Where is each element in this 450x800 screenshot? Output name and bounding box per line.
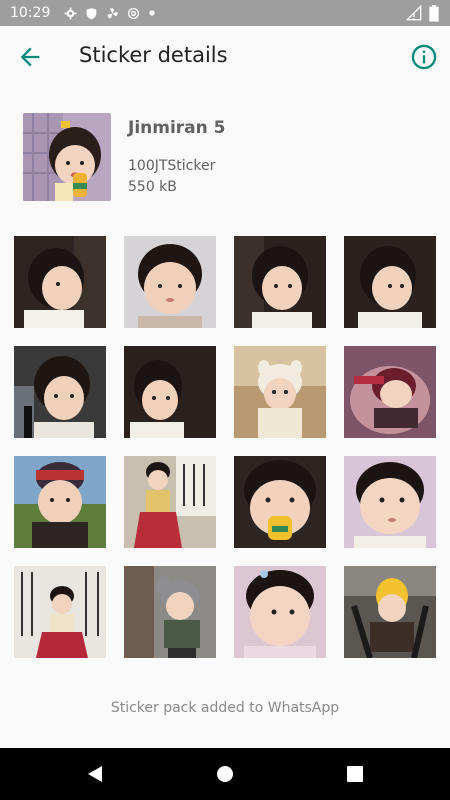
sticker-image[interactable] — [124, 236, 216, 328]
arrow-back-icon[interactable] — [16, 43, 44, 71]
back-triangle-icon[interactable] — [84, 763, 106, 785]
app-bar: Sticker details — [0, 26, 450, 88]
pack-publisher: 100JTSticker — [128, 158, 216, 174]
settings-icon — [64, 7, 77, 19]
battery-icon — [429, 4, 439, 22]
sticker-grid — [0, 236, 450, 676]
at-icon — [128, 7, 140, 19]
sticker-image[interactable] — [14, 346, 106, 438]
sticker-image[interactable] — [234, 566, 326, 658]
sticker-image[interactable] — [344, 456, 436, 548]
grid-fade — [0, 662, 450, 678]
sticker-image[interactable] — [344, 566, 436, 658]
pack-added-status: Sticker pack added to WhatsApp — [110, 700, 340, 716]
pack-name: Jinmiran 5 — [128, 118, 226, 138]
sticker-image[interactable] — [234, 456, 326, 548]
sticker-image[interactable] — [234, 236, 326, 328]
sticker-image[interactable] — [124, 456, 216, 548]
sticker-image[interactable] — [14, 566, 106, 658]
home-circle-icon[interactable] — [214, 763, 236, 785]
shield-icon — [86, 7, 97, 19]
dot-icon — [149, 10, 156, 16]
signal-icon — [406, 5, 422, 21]
fan-icon — [107, 7, 119, 18]
sticker-image[interactable] — [14, 236, 106, 328]
page-title: Sticker details — [79, 43, 228, 67]
info-icon[interactable] — [410, 43, 438, 71]
pack-header: Jinmiran 5 100JTSticker 550 kB — [0, 88, 450, 218]
sticker-image[interactable] — [344, 346, 436, 438]
pack-size: 550 kB — [128, 179, 177, 195]
sticker-image[interactable] — [344, 236, 436, 328]
sticker-image[interactable] — [124, 566, 216, 658]
status-left-icons — [64, 7, 156, 20]
tray-icon-image — [23, 113, 111, 201]
recents-square-icon[interactable] — [344, 763, 366, 785]
sticker-image[interactable] — [14, 456, 106, 548]
sticker-image[interactable] — [234, 346, 326, 438]
navigation-bar — [0, 748, 450, 800]
sticker-image[interactable] — [124, 346, 216, 438]
status-time: 10:29 — [10, 5, 51, 21]
status-right-icons — [406, 4, 440, 22]
status-bar: 10:29 — [0, 0, 450, 26]
